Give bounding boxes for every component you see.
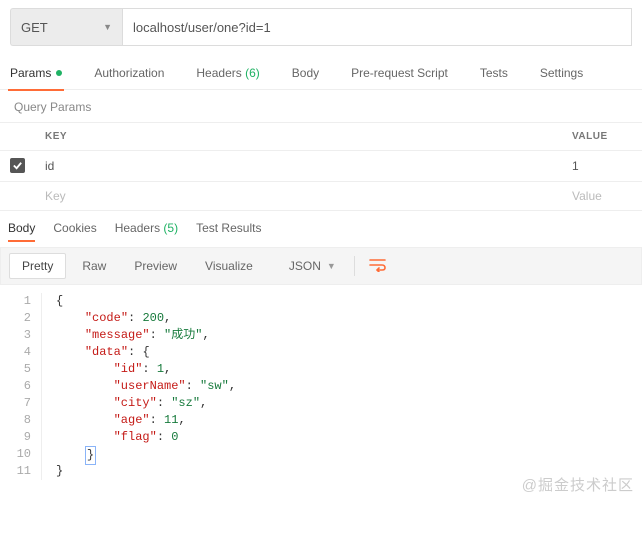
query-params-table: KEY VALUE id 1 Key Value	[0, 122, 642, 211]
row-value[interactable]: 1	[562, 151, 642, 182]
watermark: @掘金技术社区	[522, 477, 634, 494]
tab-params[interactable]: Params	[8, 56, 64, 90]
line-gutter: 1234567891011	[0, 293, 42, 480]
check-icon	[12, 160, 23, 171]
format-select[interactable]: JSON ▼	[281, 255, 344, 277]
request-tabs: Params Authorization Headers (6) Body Pr…	[0, 56, 642, 90]
table-row-placeholder[interactable]: Key Value	[0, 182, 642, 211]
tab-authorization[interactable]: Authorization	[92, 56, 166, 90]
table-row[interactable]: id 1	[0, 151, 642, 182]
query-params-label: Query Params	[0, 90, 642, 122]
view-raw[interactable]: Raw	[70, 254, 118, 278]
http-method-value: GET	[21, 20, 48, 35]
resp-tab-testresults[interactable]: Test Results	[196, 221, 261, 241]
url-input[interactable]: localhost/user/one?id=1	[122, 8, 632, 46]
tab-headers[interactable]: Headers (6)	[194, 56, 261, 90]
col-value: VALUE	[562, 123, 642, 151]
divider	[354, 256, 355, 276]
response-tabs: Body Cookies Headers (5) Test Results	[0, 211, 642, 241]
params-indicator-dot	[56, 70, 62, 76]
row-checkbox[interactable]	[10, 158, 25, 173]
tab-prerequest[interactable]: Pre-request Script	[349, 56, 450, 90]
key-placeholder[interactable]: Key	[35, 182, 562, 211]
code-content: { "code": 200, "message": "成功", "data": …	[42, 293, 236, 480]
url-value: localhost/user/one?id=1	[133, 20, 271, 35]
tab-tests[interactable]: Tests	[478, 56, 510, 90]
http-method-select[interactable]: GET ▼	[10, 8, 122, 46]
response-body[interactable]: 1234567891011 { "code": 200, "message": …	[0, 285, 642, 500]
view-pretty[interactable]: Pretty	[9, 253, 66, 279]
view-visualize[interactable]: Visualize	[193, 254, 265, 278]
value-placeholder[interactable]: Value	[562, 182, 642, 211]
resp-tab-body[interactable]: Body	[8, 221, 35, 241]
resp-tab-headers[interactable]: Headers (5)	[115, 221, 178, 241]
col-checkbox	[0, 123, 35, 151]
line-wrap-icon[interactable]	[365, 254, 391, 279]
view-mode-row: Pretty Raw Preview Visualize JSON ▼	[0, 247, 642, 285]
col-key: KEY	[35, 123, 562, 151]
resp-tab-cookies[interactable]: Cookies	[53, 221, 96, 241]
view-preview[interactable]: Preview	[122, 254, 189, 278]
tab-body[interactable]: Body	[290, 56, 321, 90]
row-key[interactable]: id	[35, 151, 562, 182]
chevron-down-icon: ▼	[103, 22, 112, 32]
tab-settings[interactable]: Settings	[538, 56, 585, 90]
chevron-down-icon: ▼	[327, 261, 336, 271]
